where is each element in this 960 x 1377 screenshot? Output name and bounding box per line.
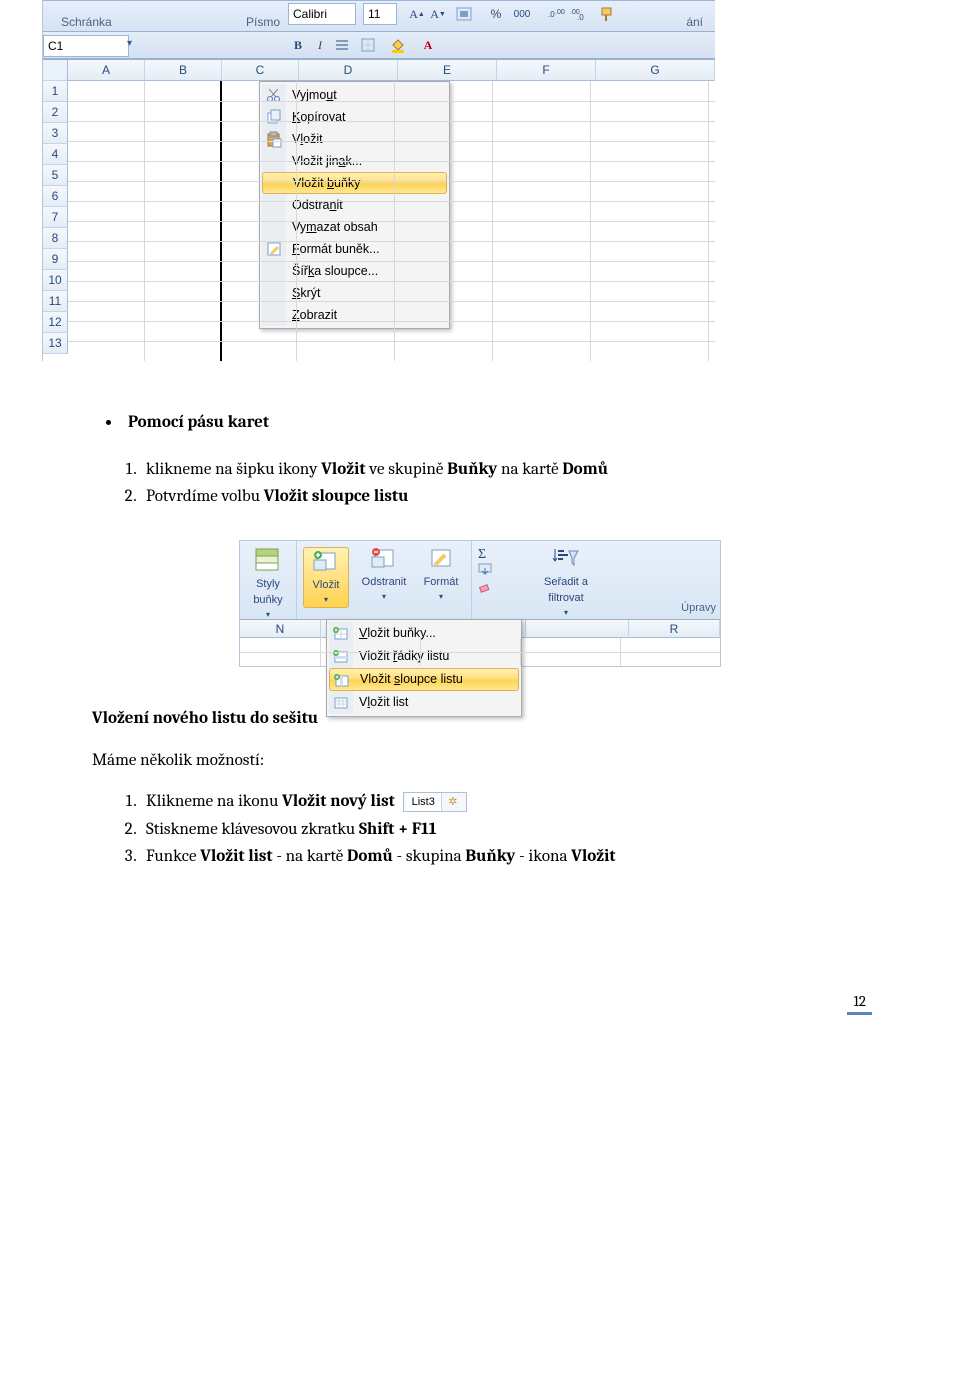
row-header[interactable]: 7: [43, 207, 68, 228]
font-color-icon[interactable]: A: [419, 36, 437, 54]
row-header[interactable]: 8: [43, 228, 68, 249]
svg-text:.0: .0: [577, 13, 584, 22]
format-button[interactable]: Formát▾: [419, 547, 463, 602]
row-header[interactable]: 6: [43, 186, 68, 207]
row-header[interactable]: 3: [43, 123, 68, 144]
merge-cells-icon[interactable]: [455, 5, 473, 23]
spreadsheet-grid: 12345678910111213 ABCDEFG VyjmoutKopírov…: [43, 59, 715, 361]
ribbon-group-editing-label: Úpravy: [681, 601, 716, 617]
column-header[interactable]: C: [222, 60, 299, 81]
step3-sheet: Funkce Vložit list - na kartě Domů - sku…: [140, 845, 868, 870]
namebox-row: ▾ B I A: [43, 32, 715, 59]
context-menu-item[interactable]: Kopírovat: [262, 106, 447, 128]
sort-filter-button[interactable]: Seřadit a filtrovat▾: [538, 547, 594, 618]
column-header[interactable]: G: [596, 60, 715, 81]
borders-icon[interactable]: [359, 36, 377, 54]
row-header[interactable]: 12: [43, 312, 68, 333]
context-menu-item[interactable]: Šířka sloupce...: [262, 260, 447, 282]
row-header[interactable]: 11: [43, 291, 68, 312]
row-header[interactable]: 4: [43, 144, 68, 165]
context-menu-item[interactable]: Zobrazit: [262, 304, 447, 326]
align-icon[interactable]: [333, 36, 351, 54]
new-sheet-tab-icon: ✲: [442, 793, 464, 811]
svg-text:.00: .00: [555, 9, 565, 16]
row-header[interactable]: 1: [43, 81, 68, 102]
column-header[interactable]: A: [68, 60, 145, 81]
ribbon-group-right-fragment: ání: [686, 15, 703, 29]
select-all-cell[interactable]: [43, 60, 68, 81]
ribbon-labels-row: Schránka Písmo A▲ A▼ % 000 .0.00 .00.0 á…: [43, 0, 715, 32]
intro-text: Máme několik možností:: [92, 749, 868, 774]
heading-bullet: Pomocí pásu karet: [122, 411, 868, 436]
insert-dropdown-menu: Vložit buňky...Vložit řádky listuVložit …: [326, 619, 522, 717]
column-header[interactable]: B: [145, 60, 222, 81]
delete-button[interactable]: Odstranit▾: [357, 547, 411, 602]
context-menu-item[interactable]: Vložit: [262, 128, 447, 150]
row-header[interactable]: 10: [43, 270, 68, 291]
context-menu: VyjmoutKopírovatVložitVložit jinak...Vlo…: [259, 81, 450, 329]
dropdown-menu-item[interactable]: Vložit list: [329, 691, 519, 714]
context-menu-item[interactable]: Vymazat obsah: [262, 216, 447, 238]
ribbon-group-clipboard-label: Schránka: [61, 15, 112, 29]
row-header[interactable]: 13: [43, 333, 68, 354]
sheet-tab-inline: List3✲: [403, 792, 467, 812]
ribbon: Styly buňky▾ Vložit▾ Odstranit▾ Formát▾: [240, 541, 720, 620]
ribbon-group-font-label: Písmo: [246, 15, 280, 29]
page-number: 12: [847, 990, 872, 1015]
decrease-decimal-icon[interactable]: .00.0: [569, 5, 587, 23]
font-size-combobox[interactable]: [363, 3, 397, 25]
paste-icon: [265, 130, 283, 148]
italic-icon[interactable]: I: [311, 36, 329, 54]
name-box-dropdown-icon[interactable]: ▾: [127, 38, 132, 49]
fill-color-icon[interactable]: [389, 36, 407, 54]
insert-button[interactable]: Vložit▾: [303, 547, 349, 608]
font-name-combobox[interactable]: [288, 3, 356, 25]
step1-sheet: Klikneme na ikonu Vložit nový list List3…: [140, 790, 868, 815]
bold-icon[interactable]: B: [289, 36, 307, 54]
excel-ribbon-dropdown-screenshot: Styly buňky▾ Vložit▾ Odstranit▾ Formát▾: [239, 540, 721, 667]
column-header[interactable]: R: [629, 620, 720, 638]
dropdown-menu-item[interactable]: Vložit sloupce listu: [329, 668, 519, 691]
column-header[interactable]: E: [398, 60, 497, 81]
step2-sheet: Stiskneme klávesovou zkratku Shift + F11: [140, 818, 868, 843]
column-header[interactable]: F: [497, 60, 596, 81]
row-header[interactable]: 5: [43, 165, 68, 186]
step1-text: klikneme na šipku ikony Vložit ve skupin…: [140, 458, 868, 483]
column-header[interactable]: D: [299, 60, 398, 81]
column-header[interactable]: N: [240, 620, 321, 638]
column-header[interactable]: [526, 620, 629, 638]
format-icon: [265, 240, 283, 258]
name-box[interactable]: [43, 35, 129, 57]
insert-variant-icon: [333, 672, 351, 690]
fill-icon[interactable]: [478, 563, 492, 580]
increase-font-icon[interactable]: A▲: [408, 5, 426, 23]
percent-icon[interactable]: %: [487, 5, 505, 23]
context-menu-item[interactable]: Vyjmout: [262, 84, 447, 106]
copy-icon: [265, 108, 283, 126]
format-painter-icon[interactable]: [599, 5, 617, 23]
step2-text: Potvrdíme volbu Vložit sloupce listu: [140, 485, 868, 510]
decrease-font-icon[interactable]: A▼: [429, 5, 447, 23]
context-menu-item[interactable]: Odstranit: [262, 194, 447, 216]
row-header[interactable]: 9: [43, 249, 68, 270]
excel-context-menu-screenshot: Schránka Písmo A▲ A▼ % 000 .0.00 .00.0 á…: [42, 0, 715, 361]
increase-decimal-icon[interactable]: .0.00: [547, 5, 565, 23]
clear-icon[interactable]: [478, 581, 492, 598]
context-menu-item[interactable]: Vložit buňky: [262, 172, 447, 194]
insert-variant-icon: [332, 694, 350, 712]
comma-style-icon[interactable]: 000: [513, 5, 531, 23]
row-header[interactable]: 2: [43, 102, 68, 123]
cell-styles-button[interactable]: Styly buňky▾: [246, 547, 290, 620]
